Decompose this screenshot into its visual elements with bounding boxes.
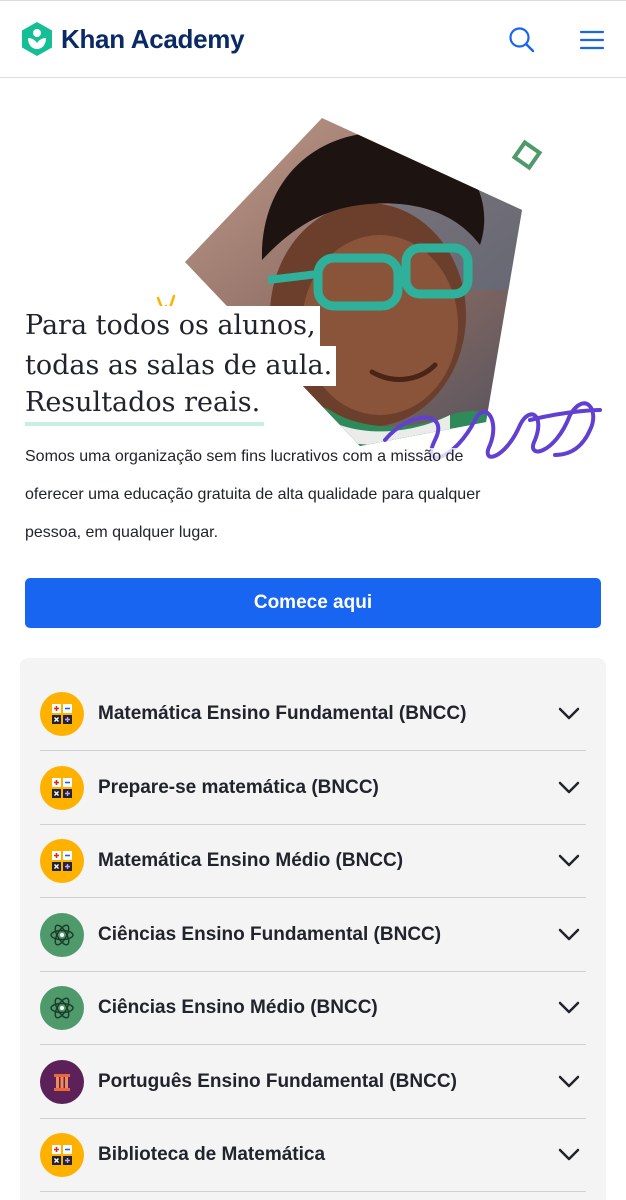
headline-line-1: Para todos os alunos,	[25, 306, 320, 346]
mission-statement: Somos uma organização sem fins lucrativo…	[25, 438, 525, 552]
course-label: Ciências Ensino Fundamental (BNCC)	[98, 924, 442, 945]
search-icon	[509, 27, 535, 53]
atom-icon	[40, 913, 84, 957]
course-label: Prepare-se matemática (BNCC)	[98, 777, 379, 798]
course-label: Ciências Ensino Médio (BNCC)	[98, 997, 378, 1018]
chevron-down-icon	[556, 995, 582, 1021]
top-nav-bar: Khan Academy	[0, 0, 626, 78]
logo-wordmark: Khan Academy	[61, 24, 245, 54]
course-row-matematica-ensino-fundamental[interactable]: Matemática Ensino Fundamental (BNCC)	[40, 678, 586, 751]
math-operators-icon	[40, 1133, 84, 1177]
column-pillar-icon	[40, 1060, 84, 1104]
chevron-down-icon	[556, 1142, 582, 1168]
math-operators-icon	[40, 692, 84, 736]
chevron-down-icon	[556, 701, 582, 727]
khan-academy-leaf-hexagon-icon	[22, 22, 52, 56]
course-row-portugues-ensino-fundamental[interactable]: Português Ensino Fundamental (BNCC)	[40, 1046, 586, 1119]
course-label: Português Ensino Fundamental (BNCC)	[98, 1071, 457, 1092]
search-button[interactable]	[505, 23, 539, 57]
hero-headline: Para todos os alunos, todas as salas de …	[25, 306, 337, 426]
chevron-down-icon	[556, 1069, 582, 1095]
math-operators-icon	[40, 766, 84, 810]
chevron-down-icon	[556, 848, 582, 874]
course-row-matematica-ensino-medio[interactable]: Matemática Ensino Médio (BNCC)	[40, 825, 586, 898]
chevron-down-icon	[556, 922, 582, 948]
headline-line-2: todas as salas de aula.	[25, 346, 337, 386]
course-label: Matemática Ensino Fundamental (BNCC)	[98, 703, 467, 724]
mission-text: Somos uma organização sem fins lucrativo…	[25, 448, 481, 541]
course-row-prepare-se-matematica[interactable]: Prepare-se matemática (BNCC)	[40, 752, 586, 825]
hamburger-menu-icon	[579, 30, 605, 50]
khan-academy-logo[interactable]: Khan Academy	[20, 21, 245, 57]
get-started-button[interactable]: Comece aqui	[25, 578, 601, 628]
course-row-biblioteca-de-matematica[interactable]: Biblioteca de Matemática	[40, 1119, 586, 1192]
menu-button[interactable]	[575, 23, 609, 57]
course-row-ciencias-ensino-medio[interactable]: Ciências Ensino Médio (BNCC)	[40, 972, 586, 1045]
headline-line-3: Resultados reais.	[25, 386, 265, 426]
course-row-ciencias-ensino-fundamental[interactable]: Ciências Ensino Fundamental (BNCC)	[40, 899, 586, 972]
atom-icon	[40, 986, 84, 1030]
course-label: Matemática Ensino Médio (BNCC)	[98, 850, 404, 871]
course-label: Biblioteca de Matemática	[98, 1144, 326, 1165]
math-operators-icon	[40, 839, 84, 883]
chevron-down-icon	[556, 775, 582, 801]
course-accordion: Matemática Ensino Fundamental (BNCC) Pre…	[20, 658, 606, 1200]
